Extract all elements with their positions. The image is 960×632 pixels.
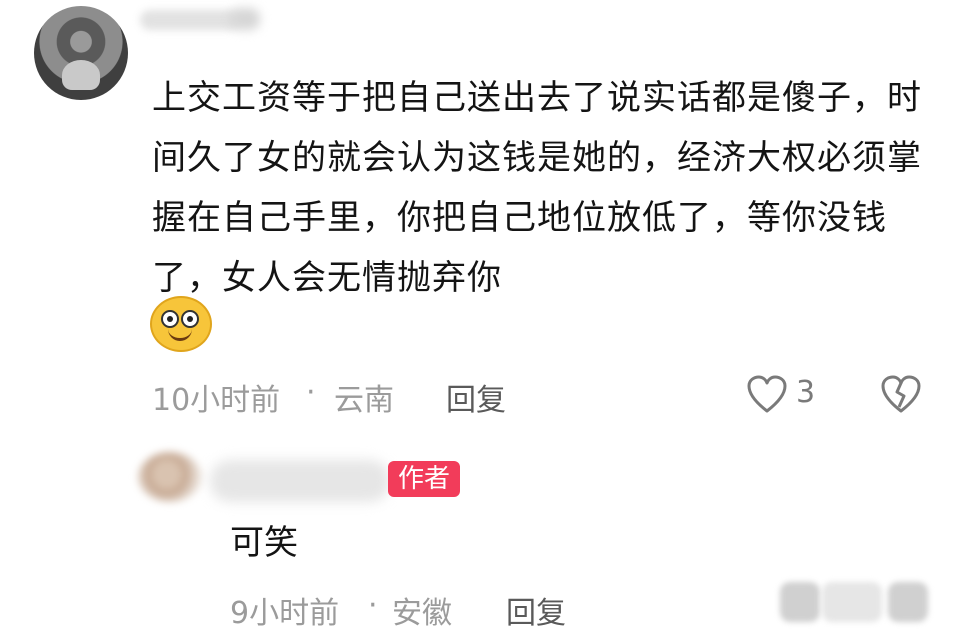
- commenter-name-blurred-extra: [230, 8, 260, 30]
- commenter-avatar[interactable]: [34, 6, 128, 100]
- emoji-mouth: [168, 326, 192, 341]
- comment-reply-button[interactable]: 回复: [446, 375, 506, 419]
- reply-separator: ·: [368, 588, 378, 623]
- comment-time: 10小时前: [152, 383, 281, 418]
- reply-text: 可笑: [230, 523, 298, 563]
- author-avatar-blurred[interactable]: [138, 452, 202, 502]
- author-badge: 作者: [388, 461, 461, 497]
- broken-heart-icon[interactable]: [880, 374, 922, 416]
- commenter-name-blurred[interactable]: [140, 10, 240, 30]
- comment-separator: ·: [306, 375, 316, 410]
- reply-time: 9小时前: [230, 596, 340, 631]
- author-name-blurred[interactable]: [210, 460, 390, 502]
- heart-icon[interactable]: [746, 374, 788, 416]
- comment-location: 云南: [334, 383, 394, 418]
- comment-text: 上交工资等于把自己送出去了说实话都是傻子，时间久了女的就会认为这钱是她的，经济大…: [152, 78, 922, 298]
- reply-dislike-icon-blurred[interactable]: [888, 582, 928, 622]
- reply-like-icon-blurred[interactable]: [780, 582, 820, 622]
- reply-like-count-blurred: [822, 582, 882, 622]
- reply-location: 安徽: [392, 596, 452, 631]
- reply-reply-button[interactable]: 回复: [506, 588, 566, 632]
- like-count: 3: [796, 375, 816, 410]
- smiling-face-emoji: [150, 296, 212, 352]
